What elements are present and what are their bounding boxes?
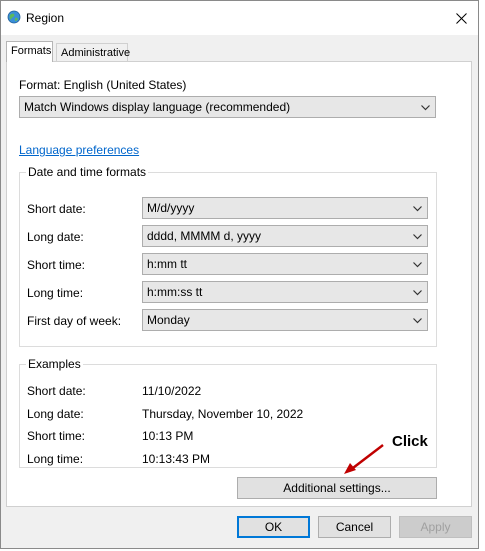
chevron-down-icon xyxy=(413,206,422,212)
close-button[interactable] xyxy=(444,1,478,35)
globe-icon xyxy=(7,10,21,24)
cancel-button[interactable]: Cancel xyxy=(318,516,391,538)
example-long-time-value: 10:13:43 PM xyxy=(142,452,211,466)
language-preferences-link[interactable]: Language preferences xyxy=(19,143,139,157)
click-annotation-text: Click xyxy=(392,433,428,450)
tab-administrative[interactable]: Administrative xyxy=(56,43,130,62)
long-time-dropdown[interactable]: h:mm:ss tt xyxy=(142,281,428,303)
example-long-date-value: Thursday, November 10, 2022 xyxy=(142,407,304,421)
close-icon xyxy=(455,12,467,24)
example-long-date-label: Long date: xyxy=(27,407,84,421)
short-date-label: Short date: xyxy=(27,202,86,216)
long-time-value: h:mm:ss tt xyxy=(147,285,203,299)
chevron-down-icon xyxy=(413,262,422,268)
short-time-value: h:mm tt xyxy=(147,257,188,271)
background-window-edge xyxy=(479,0,485,551)
long-date-label: Long date: xyxy=(27,230,84,244)
example-short-time-value: 10:13 PM xyxy=(142,429,194,443)
example-long-time-label: Long time: xyxy=(27,452,84,466)
red-arrow-icon xyxy=(344,444,384,474)
window-title: Region xyxy=(26,11,65,25)
format-dropdown-value: Match Windows display language (recommen… xyxy=(24,100,291,114)
chevron-down-icon xyxy=(413,234,422,240)
region-dialog: Region Formats Administrative Format: En… xyxy=(0,0,479,549)
chevron-down-icon xyxy=(413,318,422,324)
example-short-date-label: Short date: xyxy=(27,384,86,398)
title-bar: Region xyxy=(1,1,478,35)
date-time-formats-title: Date and time formats xyxy=(28,165,147,179)
format-label: Format: English (United States) xyxy=(19,78,187,92)
date-time-formats-group: Date and time formats Short date: M/d/yy… xyxy=(19,165,437,347)
short-time-dropdown[interactable]: h:mm tt xyxy=(142,253,428,275)
long-date-value: dddd, MMMM d, yyyy xyxy=(147,229,262,243)
long-time-label: Long time: xyxy=(27,286,84,300)
long-date-dropdown[interactable]: dddd, MMMM d, yyyy xyxy=(142,225,428,247)
apply-button: Apply xyxy=(399,516,472,538)
example-short-time-label: Short time: xyxy=(27,429,86,443)
examples-title: Examples xyxy=(28,357,81,371)
short-time-label: Short time: xyxy=(27,258,86,272)
tab-formats[interactable]: Formats xyxy=(6,41,53,62)
chevron-down-icon xyxy=(413,290,422,296)
short-date-dropdown[interactable]: M/d/yyyy xyxy=(142,197,428,219)
first-day-dropdown[interactable]: Monday xyxy=(142,309,428,331)
chevron-down-icon xyxy=(421,105,430,111)
first-day-value: Monday xyxy=(147,313,190,327)
ok-button[interactable]: OK xyxy=(237,516,310,538)
format-dropdown[interactable]: Match Windows display language (recommen… xyxy=(19,96,436,118)
first-day-label: First day of week: xyxy=(27,314,122,328)
example-short-date-value: 11/10/2022 xyxy=(142,384,202,398)
additional-settings-button[interactable]: Additional settings... xyxy=(237,477,437,499)
short-date-value: M/d/yyyy xyxy=(147,201,195,215)
